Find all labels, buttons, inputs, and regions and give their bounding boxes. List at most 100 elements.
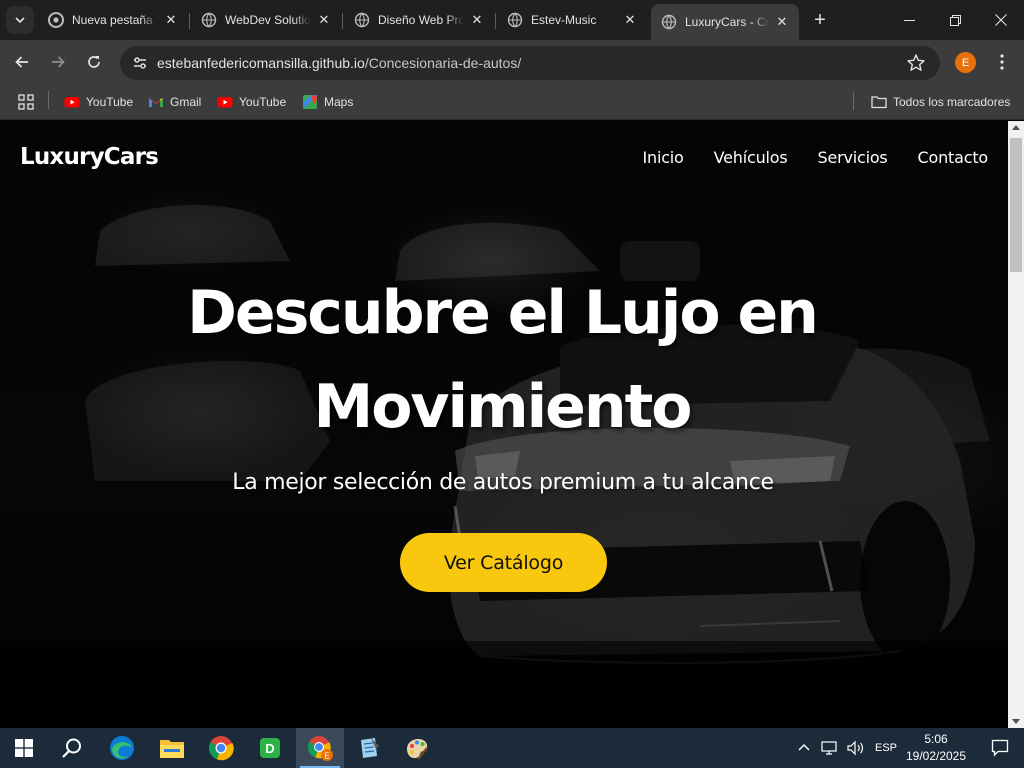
network-icon[interactable] — [821, 740, 839, 756]
close-window-button[interactable] — [978, 0, 1024, 40]
chrome-profile-icon: E — [308, 736, 333, 761]
tab-title: Estev-Music — [531, 13, 597, 27]
taskbar-chrome[interactable] — [197, 728, 245, 768]
catalog-button[interactable]: Ver Catálogo — [400, 533, 607, 592]
clock-time: 5:06 — [924, 732, 948, 746]
scroll-up-arrow-icon[interactable] — [1012, 125, 1020, 130]
tab-divider — [189, 13, 190, 29]
bookmark-youtube[interactable]: YouTube — [217, 90, 286, 114]
browser-menu-button[interactable] — [990, 50, 1014, 74]
windows-taskbar: D E ESP 5:06 19/02/2025 — [0, 728, 1024, 768]
svg-text:E: E — [324, 752, 329, 761]
all-bookmarks-label: Todos los marcadores — [893, 95, 1011, 109]
taskbar-chrome-profile[interactable]: E — [296, 728, 344, 768]
tab-divider — [495, 13, 496, 29]
youtube-icon — [217, 97, 233, 108]
taskbar-clock[interactable]: 5:06 19/02/2025 — [896, 731, 976, 765]
tab-title: WebDev Solutions — [225, 13, 311, 27]
clock-date: 19/02/2025 — [905, 749, 967, 763]
close-icon[interactable]: ✕ — [773, 13, 791, 31]
nav-link-vehiculos[interactable]: Vehículos — [714, 148, 788, 167]
forward-button[interactable] — [44, 48, 72, 76]
svg-text:D: D — [265, 741, 274, 756]
start-button[interactable] — [0, 728, 48, 768]
tab-title: Diseño Web Pro — [378, 13, 464, 27]
globe-icon — [661, 14, 677, 30]
tab-search-button[interactable] — [6, 6, 34, 34]
minimize-button[interactable] — [886, 0, 932, 40]
scrollbar-thumb[interactable] — [1010, 138, 1022, 272]
reload-icon — [88, 56, 100, 68]
reload-button[interactable] — [80, 48, 108, 76]
back-button[interactable] — [8, 48, 36, 76]
site-info-icon[interactable] — [128, 51, 152, 75]
minimize-icon — [903, 19, 915, 21]
restore-icon — [949, 14, 961, 26]
address-bar[interactable]: estebanfedericomansilla.github.io/Conces… — [120, 46, 940, 80]
hero-subtitle: La mejor selección de autos premium a tu… — [232, 470, 774, 495]
close-icon[interactable]: ✕ — [162, 11, 180, 29]
close-icon[interactable]: ✕ — [468, 11, 486, 29]
scroll-down-arrow-icon[interactable] — [1012, 719, 1020, 724]
tab-divider — [342, 13, 343, 29]
tune-icon — [134, 57, 146, 69]
bookmark-youtube[interactable]: YouTube — [64, 90, 133, 114]
paint-icon — [407, 739, 428, 760]
taskbar-file-explorer[interactable] — [148, 728, 196, 768]
browser-tab-strip: Nueva pestaña ✕ WebDev Solutions ✕ Diseñ… — [0, 0, 1024, 40]
hero-title-line-1: Descubre el Lujo en — [187, 278, 819, 348]
tab-webdev[interactable]: WebDev Solutions ✕ — [191, 4, 341, 36]
bookmark-star-icon[interactable] — [906, 53, 926, 73]
hero-title-line-2: Movimiento — [313, 372, 692, 442]
tab-luxurycars[interactable]: LuxuryCars - Concesionaria ✕ — [651, 4, 799, 40]
close-icon[interactable]: ✕ — [315, 11, 333, 29]
taskbar-notepad[interactable] — [345, 728, 393, 768]
maps-icon — [303, 95, 318, 109]
tab-title: LuxuryCars - Concesionaria — [685, 15, 769, 29]
restore-button[interactable] — [932, 0, 978, 40]
search-icon — [62, 738, 81, 758]
tab-nueva-pestana[interactable]: Nueva pestaña ✕ — [38, 4, 188, 36]
globe-icon — [507, 12, 523, 28]
bookmark-gmail[interactable]: Gmail — [148, 90, 201, 114]
globe-icon — [201, 12, 217, 28]
new-tab-button[interactable]: + — [808, 8, 832, 32]
bookmark-label: YouTube — [86, 95, 134, 109]
notepad-icon — [361, 738, 379, 758]
site-logo[interactable]: LuxuryCars — [20, 144, 159, 170]
nav-link-servicios[interactable]: Servicios — [817, 148, 887, 167]
chevron-up-icon[interactable] — [797, 741, 811, 755]
taskbar-dbeaver[interactable]: D — [246, 728, 294, 768]
tab-estev-music[interactable]: Estev-Music ✕ — [497, 4, 647, 36]
bookmarks-divider — [48, 91, 49, 109]
chrome-icon — [209, 736, 234, 761]
windows-start-icon — [15, 739, 33, 757]
notification-icon — [991, 739, 1009, 757]
nav-link-inicio[interactable]: Inicio — [643, 148, 684, 167]
arrow-left-icon — [15, 56, 28, 68]
taskbar-edge[interactable] — [98, 728, 146, 768]
notifications-button[interactable] — [976, 728, 1024, 768]
dbeaver-icon: D — [260, 738, 280, 758]
bookmark-label: Maps — [324, 95, 354, 109]
tab-diseno-web[interactable]: Diseño Web Pro ✕ — [344, 4, 494, 36]
bookmark-label: YouTube — [239, 95, 287, 109]
site-navigation: Inicio Vehículos Servicios Contacto — [643, 148, 989, 167]
folder-icon — [871, 96, 887, 109]
taskbar-paint[interactable] — [393, 728, 441, 768]
profile-avatar[interactable]: E — [955, 52, 976, 73]
browser-toolbar: estebanfedericomansilla.github.io/Conces… — [0, 40, 1024, 84]
nav-link-contacto[interactable]: Contacto — [918, 148, 989, 167]
chevron-down-icon — [15, 17, 25, 24]
close-icon[interactable]: ✕ — [621, 11, 639, 29]
page-scrollbar[interactable] — [1008, 121, 1024, 728]
close-icon — [995, 14, 1007, 26]
input-language[interactable]: ESP — [875, 742, 897, 754]
apps-button[interactable] — [18, 90, 34, 114]
all-bookmarks-button[interactable]: Todos los marcadores — [871, 90, 1010, 114]
volume-icon[interactable] — [847, 740, 865, 756]
bookmark-maps[interactable]: Maps — [302, 90, 353, 114]
bookmarks-bar: YouTube Gmail YouTube Maps Todos los mar… — [0, 84, 1024, 120]
hero-title: Descubre el Lujo en Movimiento — [0, 266, 1004, 454]
taskbar-search-button[interactable] — [48, 728, 96, 768]
